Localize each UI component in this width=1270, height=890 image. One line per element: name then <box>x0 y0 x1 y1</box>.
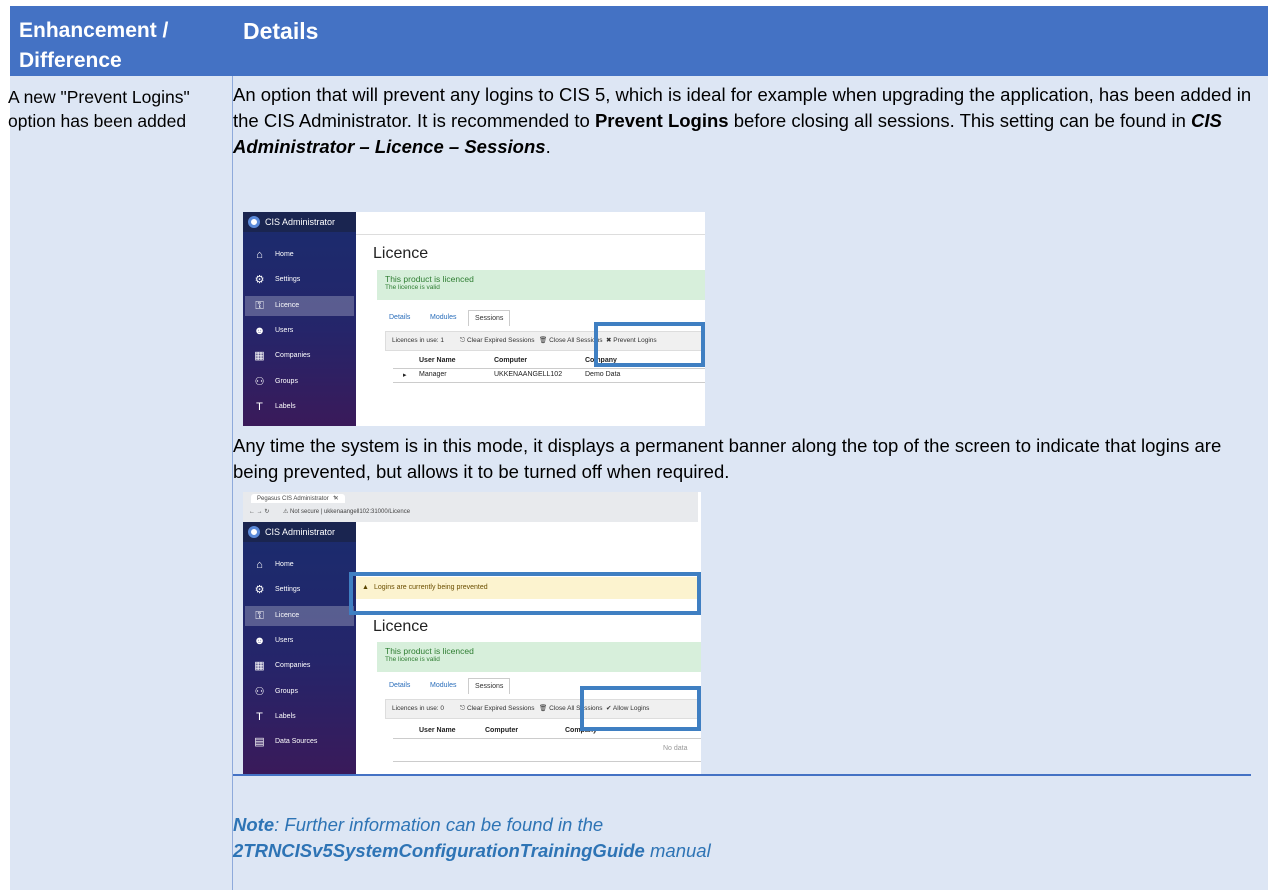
sidebar: CIS Administrator ⌂ Home ⚙ Settings ⚿ Licen… <box>243 212 356 426</box>
sidebar-item-labels[interactable]: T Labels <box>245 707 354 727</box>
highlight-banner <box>349 572 701 615</box>
sidebar-item-data-sources[interactable]: ▤ Data Sources <box>245 732 354 752</box>
column-header: Computer <box>494 357 528 364</box>
top-rule <box>356 234 705 235</box>
sidebar-item-groups[interactable]: ⚇ Groups <box>245 372 354 392</box>
tab-sessions[interactable]: Sessions <box>468 310 511 326</box>
app-title: CIS Administrator <box>243 212 356 232</box>
tab-details[interactable]: Details <box>383 678 416 694</box>
grid-line <box>393 382 705 383</box>
grid-line <box>393 738 701 739</box>
page-title: Licence <box>373 618 429 635</box>
new-tab-icon[interactable]: + <box>333 495 337 501</box>
text-icon: T <box>256 401 263 413</box>
tab-modules[interactable]: Modules <box>424 678 462 694</box>
tab-modules[interactable]: Modules <box>424 310 462 326</box>
sidebar-item-users[interactable]: ☻ Users <box>245 321 354 341</box>
column-header: Computer <box>485 727 519 734</box>
licences-in-use: Licences in use: 1 <box>392 337 445 344</box>
status-subtitle: The licence is valid <box>385 656 440 663</box>
cell-company: Demo Data <box>585 371 621 378</box>
text-part: . <box>545 136 551 157</box>
screenshot-logins-prevented: Pegasus CIS Administrator ✕ + ← → ↻ ⚠ No… <box>243 492 701 775</box>
status-title: This product is licenced <box>385 274 474 284</box>
cell-user: Manager <box>419 371 447 378</box>
sidebar-item-companies[interactable]: ▦ Companies <box>245 656 354 676</box>
user-icon: ☻ <box>253 635 266 647</box>
key-icon: ⚿ <box>255 610 264 622</box>
page-title: Licence <box>373 245 429 262</box>
header-enhancement: Enhancement / Difference <box>19 19 169 72</box>
grid-line <box>393 368 705 369</box>
licence-status: This product is licenced The licence is … <box>377 270 705 300</box>
cell-computer: UKKENAANGELL102 <box>494 371 563 378</box>
no-data-label: No data <box>663 745 688 752</box>
sidebar-item-labels[interactable]: T Labels <box>245 397 354 417</box>
sidebar-item-companies[interactable]: ▦ Companies <box>245 346 354 366</box>
column-header: User Name <box>419 727 456 734</box>
sessions-grid: User Name Computer Company No data <box>393 727 701 772</box>
clear-expired-button[interactable]: ⎋ Clear Expired Sessions <box>460 700 535 718</box>
sidebar-item-licence[interactable]: ⚿ Licence <box>245 606 354 626</box>
grid-line <box>393 761 701 762</box>
sidebar-item-licence[interactable]: ⚿ Licence <box>245 296 354 316</box>
highlight-box <box>594 322 705 367</box>
column-header: User Name <box>419 357 456 364</box>
gear-icon: ⚙ <box>254 274 265 286</box>
status-title: This product is licenced <box>385 646 474 656</box>
status-subtitle: The licence is valid <box>385 284 440 291</box>
sidebar-item-groups[interactable]: ⚇ Groups <box>245 682 354 702</box>
clear-expired-button[interactable]: ⎋ Clear Expired Sessions <box>460 332 535 350</box>
details-paragraph-1: An option that will prevent any logins t… <box>233 82 1253 160</box>
address-bar[interactable]: ⚠ Not secure | ukkenaangell102:31000/Lic… <box>283 508 410 515</box>
table-header: Enhancement / Difference Details <box>10 6 1268 76</box>
sidebar-item-home[interactable]: ⌂ Home <box>245 245 354 265</box>
home-icon: ⌂ <box>256 559 263 571</box>
gear-icon: ⚙ <box>254 584 265 596</box>
sidebar: CIS Administrator ⌂ Home ⚙ Settings ⚿ Licen… <box>243 522 356 775</box>
note-text: Note: Further information can be found i… <box>233 812 1233 864</box>
browser-tab[interactable]: Pegasus CIS Administrator ✕ <box>251 494 345 503</box>
licences-in-use: Licences in use: 0 <box>392 705 445 712</box>
app-logo-icon <box>248 526 260 538</box>
user-icon: ☻ <box>253 325 266 337</box>
details-paragraph-2: Any time the system is in this mode, it … <box>233 435 1222 482</box>
note-label: Note <box>233 814 275 835</box>
note-part: manual <box>644 840 711 861</box>
app-logo-icon <box>248 216 260 228</box>
highlight-allow-logins <box>580 686 701 731</box>
note-part: : Further information can be found in th… <box>274 814 604 835</box>
building-icon: ▦ <box>254 660 265 672</box>
header-details: Details <box>243 18 319 44</box>
building-icon: ▦ <box>254 350 265 362</box>
screenshot-licence-sessions: CIS Administrator ⌂ Home ⚙ Settings ⚿ Licen… <box>243 212 705 426</box>
app-title: CIS Administrator <box>243 522 356 542</box>
sidebar-item-home[interactable]: ⌂ Home <box>245 555 354 575</box>
close-all-button[interactable]: 🗑 Close All Sessions <box>539 332 603 350</box>
home-icon: ⌂ <box>256 249 263 261</box>
group-icon: ⚇ <box>254 376 265 388</box>
expand-arrow-icon[interactable]: ▸ <box>403 371 407 379</box>
manual-name: 2TRNCISv5SystemConfigurationTrainingGuid… <box>233 840 645 861</box>
nav-icons[interactable]: ← → ↻ <box>249 508 269 515</box>
sidebar-item-users[interactable]: ☻ Users <box>245 631 354 651</box>
note-separator <box>233 774 1251 776</box>
tab-details[interactable]: Details <box>383 310 416 326</box>
text-part: before closing all sessions. This settin… <box>728 110 1192 131</box>
text-icon: T <box>256 711 263 723</box>
sidebar-item-settings[interactable]: ⚙ Settings <box>245 270 354 290</box>
text-bold: Prevent Logins <box>594 110 729 131</box>
key-icon: ⚿ <box>255 300 264 312</box>
tab-sessions[interactable]: Sessions <box>468 678 511 694</box>
licence-status: This product is licenced The licence is … <box>377 642 701 672</box>
sidebar-item-settings[interactable]: ⚙ Settings <box>245 580 354 600</box>
browser-bar: Pegasus CIS Administrator ✕ + ← → ↻ ⚠ No… <box>243 492 698 522</box>
database-icon: ▤ <box>254 736 265 748</box>
group-icon: ⚇ <box>254 686 265 698</box>
enhancement-name: A new "Prevent Logins" option has been a… <box>8 87 190 131</box>
